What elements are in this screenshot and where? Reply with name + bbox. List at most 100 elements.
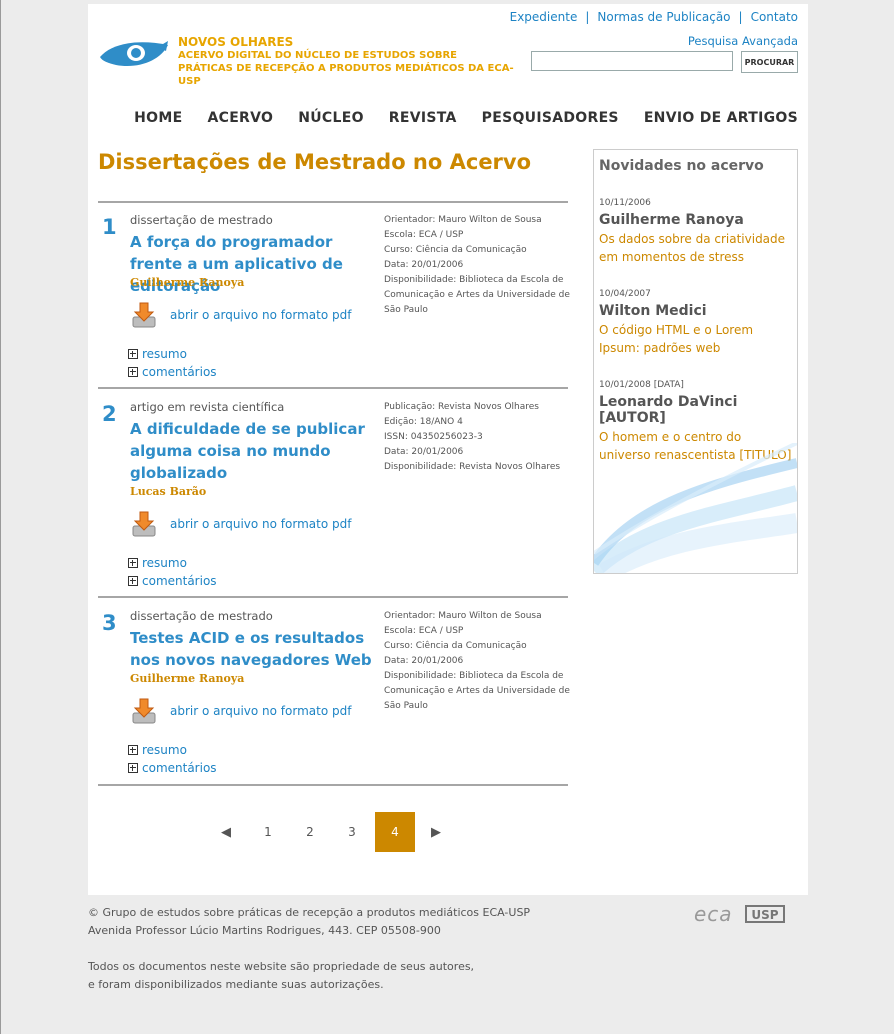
entry-title[interactable]: Testes ACID e os resultados nos novos na…: [130, 627, 375, 671]
meta-curso: Curso: Ciência da Comunicação: [384, 245, 527, 255]
sidebar-news-item[interactable]: 10/11/2006 Guilherme Ranoya Os dados sob…: [599, 198, 795, 266]
download-pdf-link[interactable]: abrir o arquivo no formato pdf: [170, 517, 351, 531]
meta-publicacao: Publicação: Revista Novos Olhares: [384, 402, 539, 412]
news-title[interactable]: Os dados sobre da criatividade em moment…: [599, 230, 795, 266]
link-normas-publicacao[interactable]: Normas de Publicação: [597, 10, 730, 24]
expand-icon: [128, 745, 138, 755]
comments-label: comentários: [142, 574, 217, 588]
news-date: 10/04/2007: [599, 289, 651, 299]
nav-nucleo[interactable]: NÚCLEO: [298, 110, 364, 126]
news-title[interactable]: O código HTML e o Lorem Ipsum: padrões w…: [599, 321, 795, 357]
summary-toggle[interactable]: resumo: [128, 556, 187, 570]
page-3-button[interactable]: 3: [332, 812, 372, 852]
eye-logo-icon: [100, 41, 168, 67]
link-expediente[interactable]: Expediente: [510, 10, 578, 24]
summary-toggle[interactable]: resumo: [128, 347, 187, 361]
sidebar-title: Novidades no acervo: [599, 158, 764, 174]
nav-acervo[interactable]: ACERVO: [207, 110, 273, 126]
main-nav: HOME ACERVO NÚCLEO REVISTA PESQUISADORES…: [134, 110, 798, 126]
summary-toggle[interactable]: resumo: [128, 743, 187, 757]
entry-author[interactable]: Guilherme Ranoya: [130, 672, 244, 685]
brand-subtitle: ACERVO DIGITAL DO NÚCLEO DE ESTUDOS SOBR…: [178, 49, 518, 88]
window-edge: [0, 0, 1, 1034]
download-icon[interactable]: [130, 510, 158, 538]
footer-disclaimer-line-2: e foram disponibilizados mediante suas a…: [88, 978, 384, 991]
footer-disclaimer-line-1: Todos os documentos neste website são pr…: [88, 960, 475, 973]
list-item: 2 artigo em revista científica A dificul…: [98, 390, 570, 588]
divider: [98, 596, 568, 598]
separator: |: [738, 10, 743, 24]
news-author: Leonardo DaVinci [AUTOR]: [599, 394, 738, 426]
download-icon[interactable]: [130, 697, 158, 725]
meta-orientador: Orientador: Mauro Wilton de Sousa: [384, 215, 542, 225]
nav-envio-artigos[interactable]: ENVIO DE ARTIGOS: [644, 110, 798, 126]
separator: |: [585, 10, 590, 24]
entry-number: 2: [102, 402, 117, 426]
entry-meta: Orientador: Mauro Wilton de Sousa Escola…: [384, 213, 570, 318]
footer-address: © Grupo de estudos sobre práticas de rec…: [88, 904, 530, 940]
entry-kind: dissertação de mestrado: [130, 213, 273, 227]
page-container: NOVOS OLHARES ACERVO DIGITAL DO NÚCLEO D…: [88, 4, 808, 895]
page-1-button[interactable]: 1: [248, 812, 288, 852]
news-author: Wilton Medici: [599, 303, 707, 319]
prev-page-button[interactable]: ◀: [206, 812, 246, 852]
meta-escola: Escola: ECA / USP: [384, 230, 464, 240]
expand-icon: [128, 367, 138, 377]
entry-author[interactable]: Lucas Barão: [130, 485, 206, 498]
meta-data: Data: 20/01/2006: [384, 656, 464, 666]
entry-author[interactable]: Guilherme Ranoya: [130, 276, 244, 289]
footer-logos: eca USP: [694, 902, 785, 926]
pagination: ◀ 1 2 3 4 ▶: [218, 812, 458, 852]
search-button[interactable]: PROCURAR: [741, 51, 798, 73]
top-links: Expediente | Normas de Publicação | Contato: [510, 10, 798, 24]
download-pdf-link[interactable]: abrir o arquivo no formato pdf: [170, 704, 351, 718]
comments-label: comentários: [142, 761, 217, 775]
usp-logo-text: USP: [751, 908, 778, 922]
download-pdf-link[interactable]: abrir o arquivo no formato pdf: [170, 308, 351, 322]
meta-escola: Escola: ECA / USP: [384, 626, 464, 636]
entry-number: 3: [102, 611, 117, 635]
comments-toggle[interactable]: comentários: [128, 574, 217, 588]
meta-data: Data: 20/01/2006: [384, 447, 464, 457]
entry-title[interactable]: A dificuldade de se publicar alguma cois…: [130, 418, 375, 484]
list-item: 3 dissertação de mestrado Testes ACID e …: [98, 599, 570, 785]
footer-address-line: Avenida Professor Lúcio Martins Rodrigue…: [88, 924, 441, 937]
sidebar-news-item[interactable]: 10/04/2007 Wilton Medici O código HTML e…: [599, 289, 795, 357]
page-2-button[interactable]: 2: [290, 812, 330, 852]
footer-disclaimer: Todos os documentos neste website são pr…: [88, 958, 474, 994]
summary-label: resumo: [142, 347, 187, 361]
sidebar-news: Novidades no acervo 10/11/2006 Guilherme…: [593, 149, 798, 574]
list-item: 1 dissertação de mestrado A força do pro…: [98, 203, 570, 389]
comments-toggle[interactable]: comentários: [128, 365, 217, 379]
entry-meta: Publicação: Revista Novos Olhares Edição…: [384, 400, 570, 475]
brand-subtitle-line-2: PRÁTICAS DE RECEPÇÃO A PRODUTOS MEDIÁTIC…: [178, 63, 514, 87]
next-page-button[interactable]: ▶: [416, 812, 456, 852]
news-date: 10/01/2008 [DATA]: [599, 380, 684, 390]
footer-copyright: © Grupo de estudos sobre práticas de rec…: [88, 906, 531, 919]
page-4-button[interactable]: 4: [375, 812, 415, 852]
meta-curso: Curso: Ciência da Comunicação: [384, 641, 527, 651]
brand-title: NOVOS OLHARES: [178, 35, 294, 49]
advanced-search-link[interactable]: Pesquisa Avançada: [688, 34, 798, 48]
nav-home[interactable]: HOME: [134, 110, 182, 126]
search-input[interactable]: [531, 51, 733, 71]
expand-icon: [128, 763, 138, 773]
divider: [98, 387, 568, 389]
usp-logo-icon: USP: [744, 905, 785, 923]
summary-label: resumo: [142, 556, 187, 570]
comments-label: comentários: [142, 365, 217, 379]
page-title: Dissertações de Mestrado no Acervo: [98, 150, 532, 174]
brand-subtitle-line-1: ACERVO DIGITAL DO NÚCLEO DE ESTUDOS SOBR…: [178, 50, 457, 61]
expand-icon: [128, 349, 138, 359]
eca-logo: eca: [694, 902, 733, 926]
entry-number: 1: [102, 215, 117, 239]
comments-toggle[interactable]: comentários: [128, 761, 217, 775]
download-icon[interactable]: [130, 301, 158, 329]
meta-edicao: Edição: 18/ANO 4: [384, 417, 463, 427]
entry-kind: artigo em revista científica: [130, 400, 285, 414]
nav-revista[interactable]: REVISTA: [389, 110, 457, 126]
nav-pesquisadores[interactable]: PESQUISADORES: [482, 110, 619, 126]
meta-orientador: Orientador: Mauro Wilton de Sousa: [384, 611, 542, 621]
decorative-swoosh: [594, 443, 797, 573]
link-contato[interactable]: Contato: [751, 10, 798, 24]
